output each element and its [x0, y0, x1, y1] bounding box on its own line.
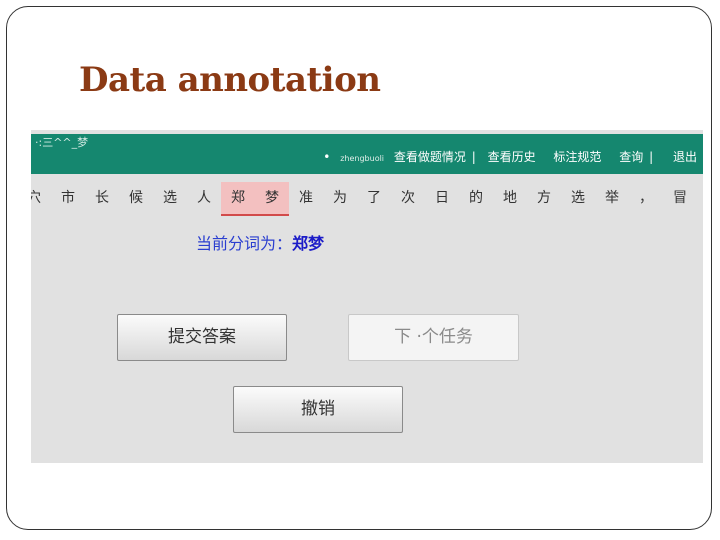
character-cell[interactable]: 郑: [221, 182, 255, 216]
character-text: 人: [197, 190, 211, 206]
app-screenshot: ·:三^^_梦 • zhengbuoli 查看做题情况 | 查看历史 标注规范 …: [31, 130, 703, 463]
character-text: 郑: [231, 190, 245, 206]
character-text: 长: [95, 190, 109, 206]
character-text: 选: [571, 190, 585, 206]
character-cell[interactable]: 人: [187, 182, 221, 214]
nav-annotation-guide[interactable]: 标注规范: [553, 150, 601, 164]
nav-query[interactable]: 查询: [619, 150, 643, 164]
segment-value: 郑梦: [292, 234, 325, 253]
character-strip: 穴 市 长 候 选 人 郑 梦 准 为 了 次 日 的 地 方 选 举 ， 冒: [31, 182, 703, 216]
app-logo: ·:三^^_梦: [35, 136, 89, 149]
slide-title: Data annotation: [79, 60, 381, 100]
nav-view-history[interactable]: 查看历史: [488, 150, 536, 164]
character-cell[interactable]: 的: [459, 182, 493, 214]
character-cell[interactable]: 候: [119, 182, 153, 214]
character-cell[interactable]: 选: [153, 182, 187, 214]
next-task-button[interactable]: 下 ·个任务: [348, 314, 519, 361]
user-name: zhengbuoli: [340, 154, 385, 163]
character-text: 穴: [31, 190, 41, 206]
character-cell[interactable]: 为: [323, 182, 357, 214]
nav-bullet: •: [323, 150, 331, 164]
character-cell[interactable]: 穴: [31, 182, 51, 214]
character-text: 的: [469, 190, 483, 206]
top-bar: ·:三^^_梦 • zhengbuoli 查看做题情况 | 查看历史 标注规范 …: [31, 134, 703, 174]
character-text: ，: [639, 190, 653, 206]
character-cell[interactable]: 了: [357, 182, 391, 214]
character-cell[interactable]: 举: [595, 182, 629, 214]
character-cell[interactable]: 方: [527, 182, 561, 214]
character-text: 地: [503, 190, 517, 206]
nav-separator: |: [471, 150, 476, 164]
character-text: 了: [367, 190, 381, 206]
undo-button[interactable]: 撤销: [233, 386, 403, 433]
character-cell[interactable]: 长: [85, 182, 119, 214]
character-cell[interactable]: 选: [561, 182, 595, 214]
current-segment: 当前分词为：郑梦: [196, 230, 324, 254]
character-cell[interactable]: 地: [493, 182, 527, 214]
character-text: 方: [537, 190, 551, 206]
submit-answer-button[interactable]: 提交答案: [117, 314, 287, 361]
segment-label: 当前分词为：: [196, 234, 293, 253]
character-text: 日: [435, 190, 449, 206]
character-text: 梦: [265, 190, 279, 206]
nav-view-progress[interactable]: 查看做题情况: [394, 150, 466, 164]
character-text: 为: [333, 190, 347, 206]
character-text: 次: [401, 190, 415, 206]
character-cell[interactable]: 准: [289, 182, 323, 214]
nav-logout[interactable]: 退出: [673, 150, 697, 164]
character-cell[interactable]: 梦: [255, 182, 289, 216]
character-text: 举: [605, 190, 619, 206]
character-text: 市: [61, 190, 75, 206]
character-text: 冒: [673, 190, 687, 206]
character-cell[interactable]: 次: [391, 182, 425, 214]
nav-separator: |: [649, 150, 654, 164]
character-cell[interactable]: ，: [629, 182, 663, 214]
top-nav: • zhengbuoli 查看做题情况 | 查看历史 标注规范 查询 | 退出: [317, 148, 697, 165]
character-cell[interactable]: 日: [425, 182, 459, 214]
character-cell[interactable]: 冒: [663, 182, 697, 214]
character-text: 选: [163, 190, 177, 206]
character-cell[interactable]: 市: [51, 182, 85, 214]
character-text: 准: [299, 190, 313, 206]
character-text: 候: [129, 190, 143, 206]
